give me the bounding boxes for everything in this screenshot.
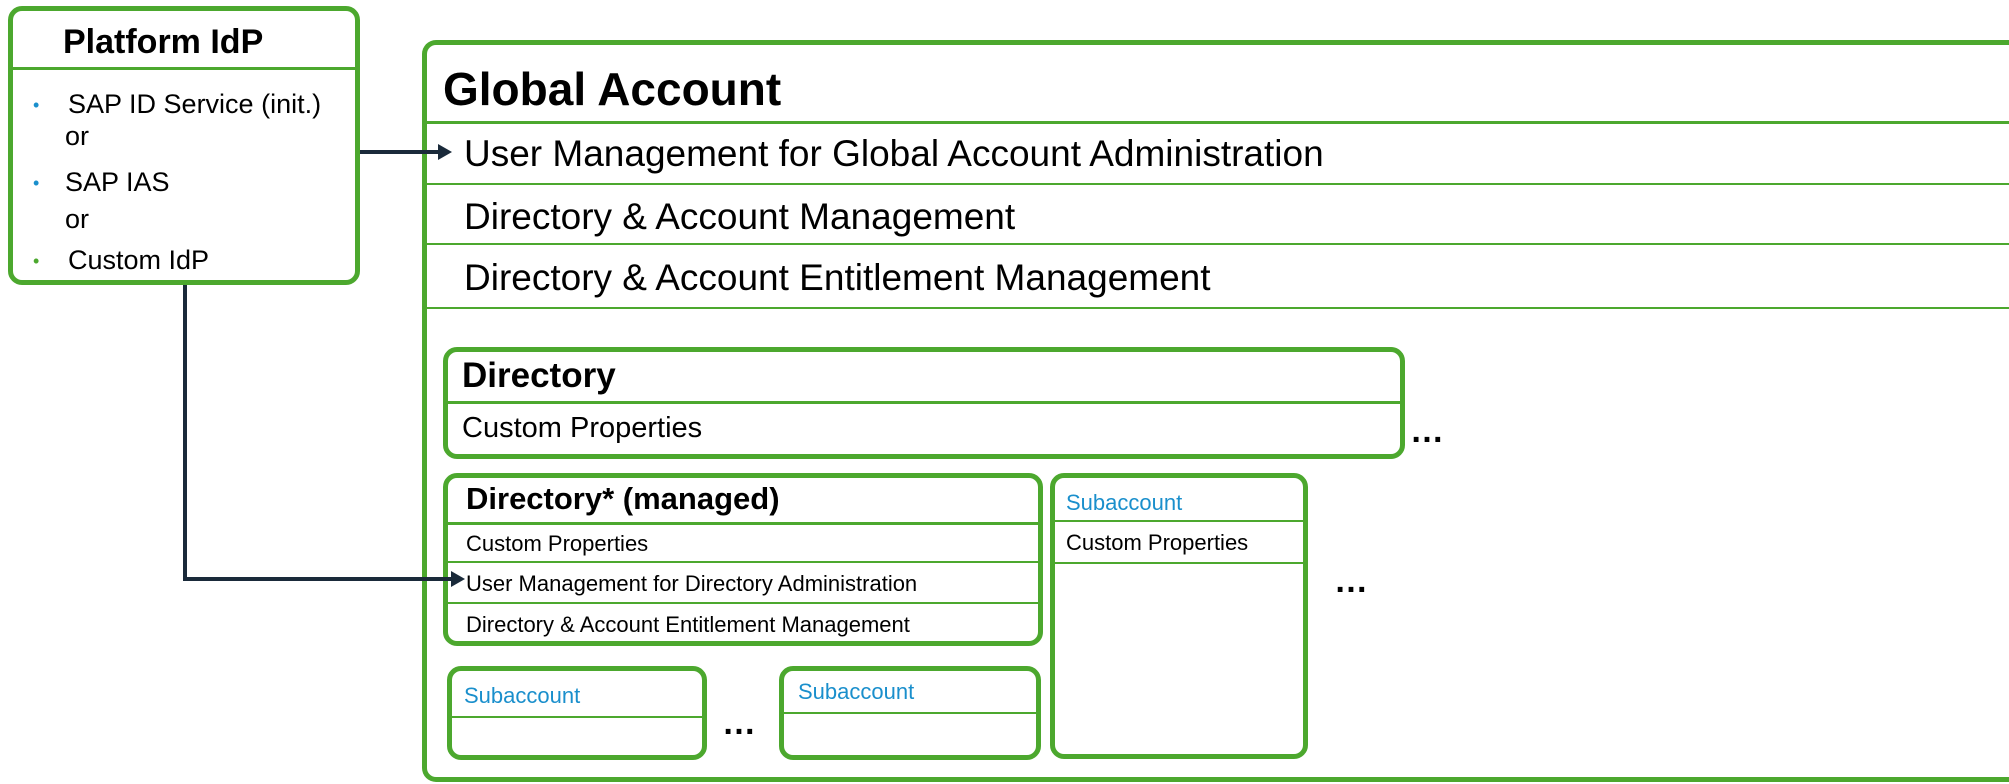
arrowheads [438,144,465,587]
arrowhead-icon [451,571,465,587]
arrowhead-icon [438,144,452,160]
